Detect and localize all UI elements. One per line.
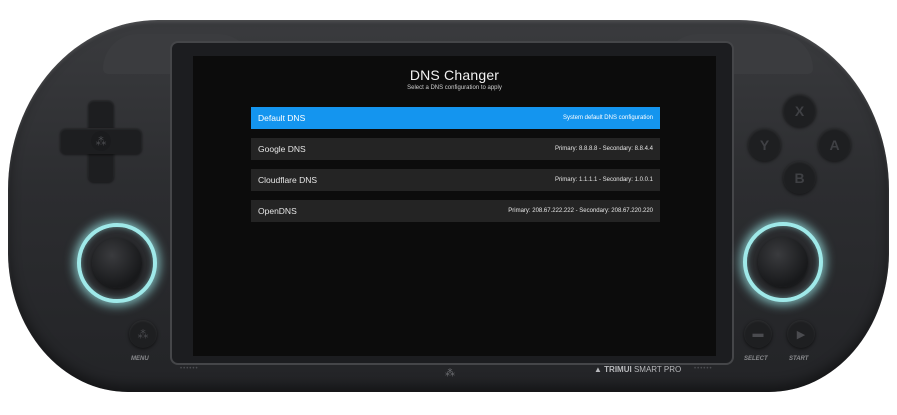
brand-model: SMART PRO	[633, 365, 682, 374]
left-analog-stick[interactable]	[77, 223, 157, 303]
dns-option-name: Google DNS	[258, 144, 306, 154]
menu-label: MENU	[131, 356, 149, 362]
a-button[interactable]: A	[818, 128, 851, 161]
brand-triangle-icon: ▲	[594, 365, 602, 374]
left-speaker-grille: ••••••	[180, 366, 199, 372]
dns-option-detail: Primary: 1.1.1.1 - Secondary: 1.0.0.1	[554, 177, 653, 183]
start-button[interactable]: ▶	[787, 320, 815, 348]
menu-icon: ⁂	[137, 328, 149, 341]
x-button[interactable]: X	[783, 94, 816, 127]
dns-option-cloudflare[interactable]: Cloudflare DNS Primary: 1.1.1.1 - Second…	[251, 169, 660, 191]
play-icon: ▶	[796, 328, 806, 341]
select-icon: ▬	[752, 328, 764, 340]
right-stick-cap	[758, 237, 808, 287]
dns-option-google[interactable]: Google DNS Primary: 8.8.8.8 - Secondary:…	[251, 138, 660, 160]
dns-option-name: OpenDNS	[258, 206, 297, 216]
right-analog-stick[interactable]	[743, 222, 823, 302]
dns-option-name: Cloudflare DNS	[258, 175, 318, 185]
brand-logo: ▲ TRIMUI SMART PRO	[594, 365, 681, 374]
left-stick-cap	[92, 238, 142, 288]
screen: DNS Changer Select a DNS configuration t…	[193, 56, 716, 356]
dns-option-default[interactable]: Default DNS System default DNS configura…	[251, 107, 660, 129]
dns-option-name: Default DNS	[258, 113, 306, 123]
start-label: START	[789, 356, 809, 362]
dns-option-list: Default DNS System default DNS configura…	[251, 107, 660, 231]
right-speaker-grille: ••••••	[694, 366, 713, 372]
b-button[interactable]: B	[783, 161, 816, 194]
dpad-center-icon: ⁂	[91, 131, 111, 151]
menu-button[interactable]: ⁂	[129, 320, 157, 348]
dpad[interactable]: ⁂	[60, 100, 142, 182]
dns-option-detail: Primary: 8.8.8.8 - Secondary: 8.8.4.4	[554, 146, 653, 152]
select-button[interactable]: ▬	[744, 320, 772, 348]
select-label: SELECT	[744, 356, 768, 362]
y-button[interactable]: Y	[748, 128, 781, 161]
dns-option-opendns[interactable]: OpenDNS Primary: 208.67.222.222 - Second…	[251, 200, 660, 222]
page-subtitle: Select a DNS configuration to apply	[407, 85, 502, 91]
dns-option-detail: System default DNS configuration	[562, 115, 653, 121]
home-logo-icon[interactable]: ⁂	[442, 365, 458, 381]
page-title: DNS Changer	[409, 67, 500, 83]
brand-name: TRIMUI	[604, 365, 632, 374]
dns-option-detail: Primary: 208.67.222.222 - Secondary: 208…	[508, 208, 653, 214]
